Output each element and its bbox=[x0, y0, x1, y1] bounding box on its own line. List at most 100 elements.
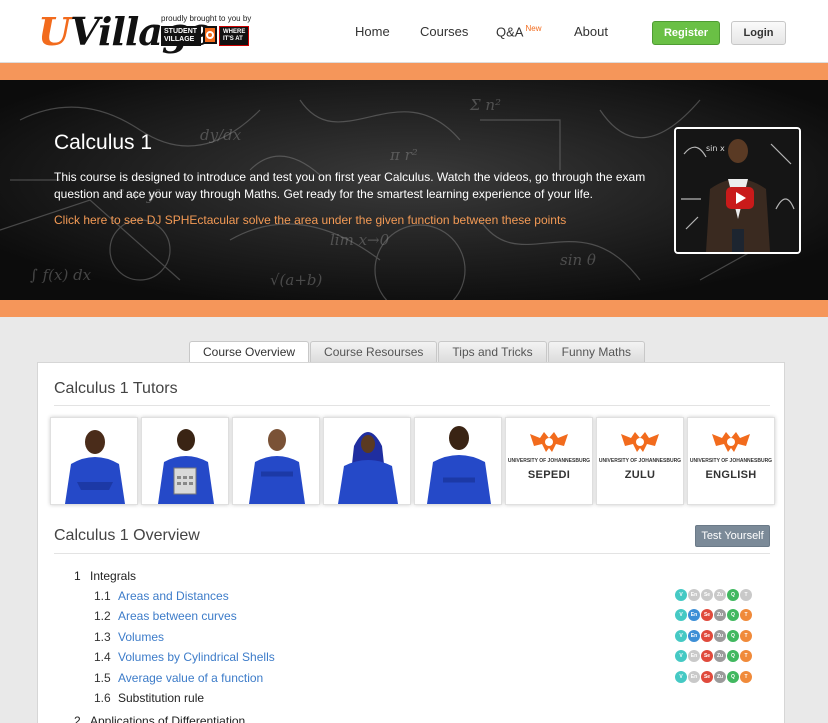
tab-funny-maths[interactable]: Funny Maths bbox=[547, 341, 646, 362]
badge-zu[interactable]: Zu bbox=[714, 650, 726, 662]
tutor-photo[interactable] bbox=[232, 417, 320, 505]
svg-text:lim x→0: lim x→0 bbox=[330, 231, 390, 249]
badge-en[interactable]: En bbox=[688, 630, 700, 642]
uj-name: UNIVERSITY OF JOHANNESBURG bbox=[507, 458, 591, 464]
register-button[interactable]: Register bbox=[652, 21, 720, 45]
tutor-photo[interactable] bbox=[141, 417, 229, 505]
lesson-link[interactable]: Volumes bbox=[118, 630, 164, 644]
tutors-heading: Calculus 1 Tutors bbox=[54, 380, 178, 397]
badge-t[interactable]: T bbox=[740, 609, 752, 621]
tutor-photo[interactable] bbox=[323, 417, 411, 505]
sponsor-block: proudly brought to you by STUDENT VILLAG… bbox=[161, 14, 256, 46]
language-label: ZULU bbox=[624, 469, 656, 481]
badge-zu[interactable]: Zu bbox=[714, 609, 726, 621]
lesson-item: 1.3 Volumes bbox=[94, 630, 165, 644]
chapter-item: 1 Integrals bbox=[74, 569, 137, 583]
badge-en[interactable]: En bbox=[688, 589, 700, 601]
badge-se[interactable]: Se bbox=[701, 650, 713, 662]
divider bbox=[54, 553, 770, 554]
badge-se[interactable]: Se bbox=[701, 589, 713, 601]
badge-q[interactable]: Q bbox=[727, 609, 739, 621]
badge-se[interactable]: Se bbox=[701, 630, 713, 642]
badge-v[interactable]: V bbox=[675, 650, 687, 662]
svg-text:Σ n²: Σ n² bbox=[469, 96, 501, 114]
badge-t[interactable]: T bbox=[740, 630, 752, 642]
uj-zulu-card[interactable]: UNIVERSITY OF JOHANNESBURG ZULU bbox=[596, 417, 684, 505]
uj-name: UNIVERSITY OF JOHANNESBURG bbox=[689, 458, 773, 464]
orange-band-bottom bbox=[0, 300, 828, 317]
lesson-item: 1.1 Areas and Distances bbox=[94, 589, 229, 603]
lesson-item: 1.4 Volumes by Cylindrical Shells bbox=[94, 650, 275, 664]
nav-courses[interactable]: Courses bbox=[420, 24, 468, 39]
lesson-badges: V En Se Zu Q T bbox=[675, 650, 752, 662]
tutor-photo[interactable] bbox=[50, 417, 138, 505]
lesson-link[interactable]: Areas and Distances bbox=[118, 589, 229, 603]
badge-zu[interactable]: Zu bbox=[714, 589, 726, 601]
orange-band-top bbox=[0, 63, 828, 80]
nav-home[interactable]: Home bbox=[355, 24, 390, 39]
sponsor-target-icon bbox=[203, 26, 217, 44]
badge-q[interactable]: Q bbox=[727, 630, 739, 642]
tab-course-overview[interactable]: Course Overview bbox=[189, 341, 310, 363]
badge-en[interactable]: En bbox=[688, 650, 700, 662]
badge-t[interactable]: T bbox=[740, 671, 752, 683]
course-title: Calculus 1 bbox=[54, 131, 153, 154]
svg-text:∫ f(x) dx: ∫ f(x) dx bbox=[30, 266, 92, 284]
badge-q[interactable]: Q bbox=[727, 671, 739, 683]
badge-t[interactable]: T bbox=[740, 650, 752, 662]
video-thumbnail[interactable]: sin x bbox=[674, 127, 801, 254]
overview-heading: Calculus 1 Overview bbox=[54, 527, 200, 544]
student-village-logo: STUDENT VILLAGE WHERE IT'S AT bbox=[161, 26, 256, 46]
tab-course-resources[interactable]: Course Resourses bbox=[310, 341, 438, 362]
lesson-item: 1.5 Average value of a function bbox=[94, 671, 264, 685]
uj-crest-icon bbox=[530, 432, 568, 452]
uj-name: UNIVERSITY OF JOHANNESBURG bbox=[598, 458, 682, 464]
new-badge: New bbox=[525, 24, 542, 33]
nav-about[interactable]: About bbox=[574, 24, 608, 39]
nav-qa[interactable]: Q&A New bbox=[496, 24, 541, 39]
tutor-list: UNIVERSITY OF JOHANNESBURG SEPEDI UNIVER… bbox=[50, 417, 778, 505]
test-yourself-button[interactable]: Test Yourself bbox=[695, 525, 770, 547]
language-label: SEPEDI bbox=[527, 469, 571, 481]
uj-sepedi-card[interactable]: UNIVERSITY OF JOHANNESBURG SEPEDI bbox=[505, 417, 593, 505]
badge-zu[interactable]: Zu bbox=[714, 671, 726, 683]
chapter-item: 2 Applications of Differentiation bbox=[74, 714, 246, 723]
badge-se[interactable]: Se bbox=[701, 609, 713, 621]
badge-v[interactable]: V bbox=[675, 589, 687, 601]
tutor-photo[interactable] bbox=[414, 417, 502, 505]
lesson-badges: V En Se Zu Q T bbox=[675, 589, 752, 601]
tutor-avatar bbox=[158, 429, 214, 504]
course-overview-panel: Calculus 1 Tutors UNIVERSITY OF JOHANNES… bbox=[37, 362, 785, 723]
lesson-link[interactable]: Volumes by Cylindrical Shells bbox=[118, 650, 275, 664]
badge-q[interactable]: Q bbox=[727, 589, 739, 601]
tutor-avatar bbox=[249, 429, 305, 504]
badge-zu[interactable]: Zu bbox=[714, 630, 726, 642]
lesson-link[interactable]: Areas between curves bbox=[118, 609, 237, 623]
uj-crest-icon bbox=[712, 432, 750, 452]
tutor-avatar bbox=[65, 430, 125, 504]
featured-video-link[interactable]: Click here to see DJ SPHEctacular solve … bbox=[54, 213, 566, 227]
language-label: ENGLISH bbox=[705, 469, 757, 481]
svg-text:sin x: sin x bbox=[706, 144, 725, 153]
tutor-avatar bbox=[427, 426, 491, 504]
badge-v[interactable]: V bbox=[675, 630, 687, 642]
uj-english-card[interactable]: UNIVERSITY OF JOHANNESBURG ENGLISH bbox=[687, 417, 775, 505]
badge-t[interactable]: T bbox=[740, 589, 752, 601]
svg-text:π r²: π r² bbox=[389, 146, 418, 164]
uj-crest-icon bbox=[621, 432, 659, 452]
lesson-badges: V En Se Zu Q T bbox=[675, 671, 752, 683]
login-button[interactable]: Login bbox=[731, 21, 786, 45]
play-icon[interactable] bbox=[726, 187, 754, 209]
site-header: UVillage proudly brought to you by STUDE… bbox=[0, 0, 828, 63]
badge-en[interactable]: En bbox=[688, 671, 700, 683]
badge-se[interactable]: Se bbox=[701, 671, 713, 683]
svg-text:sin θ: sin θ bbox=[560, 251, 596, 269]
svg-text:dy/dx: dy/dx bbox=[200, 126, 242, 144]
lesson-link[interactable]: Average value of a function bbox=[118, 671, 263, 685]
tab-tips-and-tricks[interactable]: Tips and Tricks bbox=[438, 341, 547, 362]
badge-q[interactable]: Q bbox=[727, 650, 739, 662]
badge-en[interactable]: En bbox=[688, 609, 700, 621]
badge-v[interactable]: V bbox=[675, 671, 687, 683]
badge-v[interactable]: V bbox=[675, 609, 687, 621]
tutor-avatar bbox=[338, 432, 398, 504]
